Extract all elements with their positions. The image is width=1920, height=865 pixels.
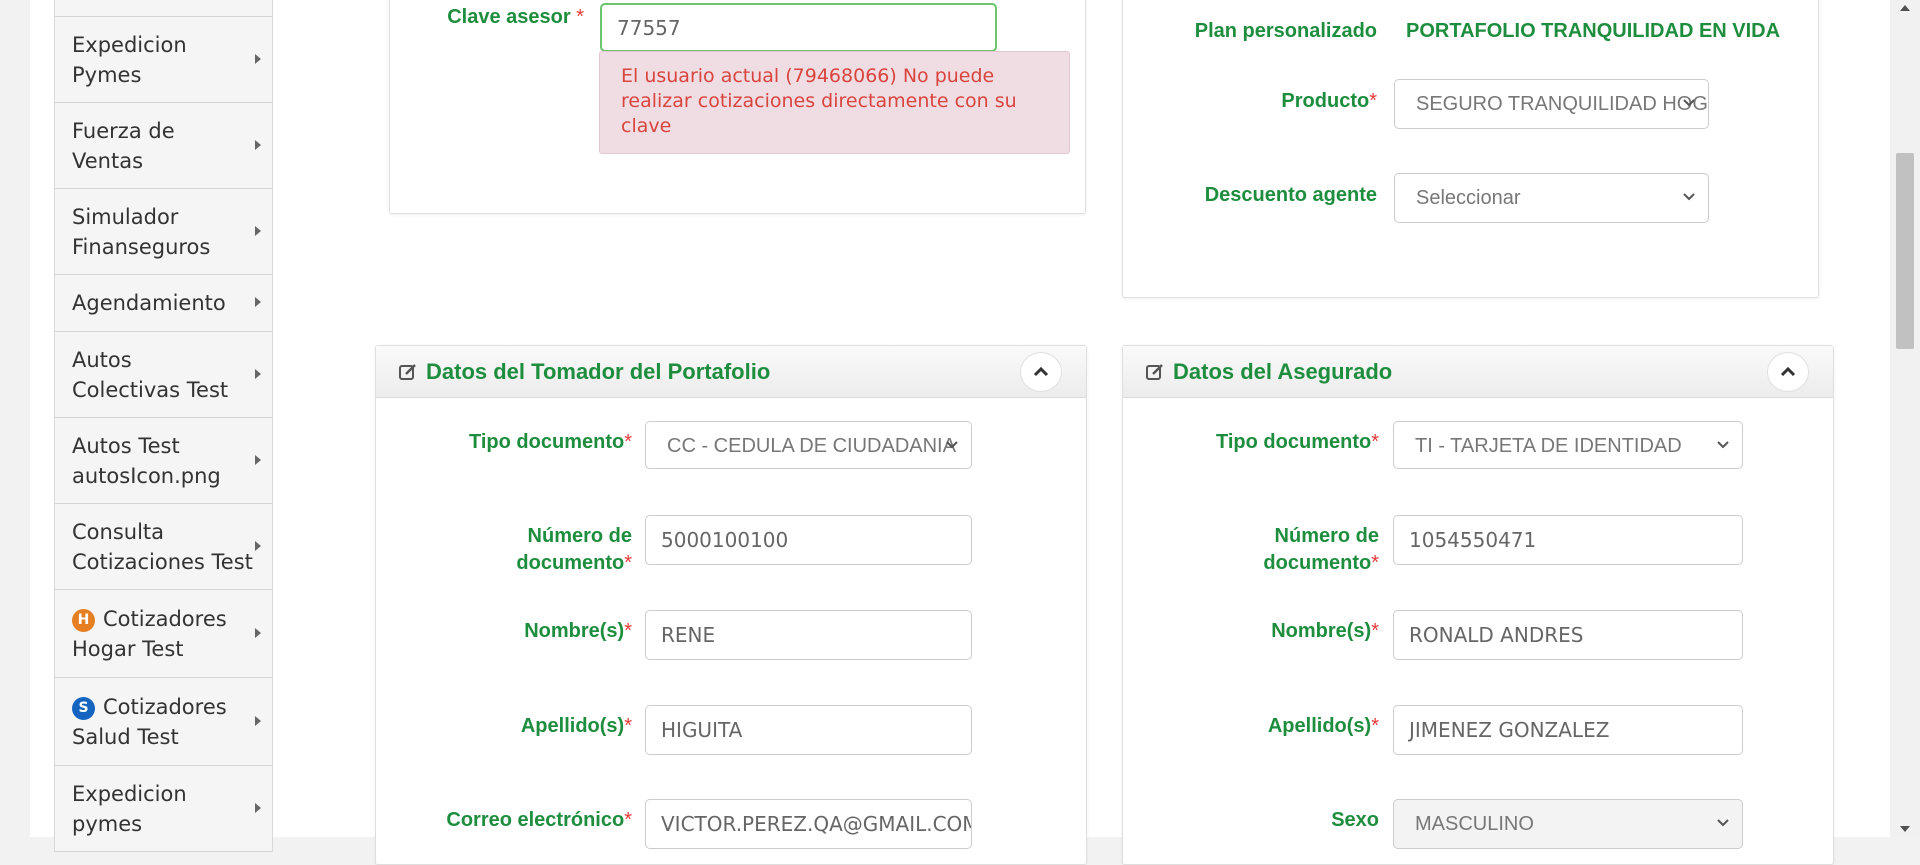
tomador-num-doc-label: Número de documento* <box>516 525 632 574</box>
sidebar-item-autos-colectivas-test[interactable]: Autos Colectivas Test <box>55 332 272 418</box>
caret-right-icon <box>255 368 261 379</box>
health-badge-icon: S <box>72 696 95 720</box>
descuento-agente-select[interactable]: Seleccionar <box>1394 173 1709 223</box>
chevron-down-icon <box>1683 193 1695 201</box>
sidebar-item-fuerza-de-ventas[interactable]: Fuerza de Ventas <box>55 103 272 189</box>
main-content: Clave asesor * 77557 El usuario actual (… <box>298 0 1890 865</box>
tomador-correo-input[interactable]: VICTOR.PEREZ.QA@GMAIL.COM <box>645 799 972 849</box>
collapse-button[interactable] <box>1020 352 1062 392</box>
tomador-tipo-doc-select[interactable]: CC - CEDULA DE CIUDADANIA <box>645 421 972 469</box>
home-badge-icon: H <box>72 608 95 632</box>
plan-personalizado-label: Plan personalizado <box>1194 20 1377 42</box>
sidebar-item-label: Agendamiento <box>72 291 226 315</box>
sidebar-item-label: Expedicion pymes <box>72 781 187 836</box>
asegurado-header: Datos del Asegurado <box>1123 346 1833 398</box>
plan-personalizado-value: PORTAFOLIO TRANQUILIDAD EN VIDA <box>1406 20 1781 42</box>
collapse-button[interactable] <box>1767 352 1809 392</box>
caret-right-icon <box>255 297 261 307</box>
producto-label: Producto* <box>1281 90 1377 112</box>
tomador-header: Datos del Tomador del Portafolio <box>376 346 1086 398</box>
asegurado-sexo-select[interactable]: MASCULINO <box>1393 799 1743 849</box>
tomador-card: Datos del Tomador del Portafolio Tipo do… <box>375 345 1087 865</box>
tomador-tipo-doc-label: Tipo documento* <box>469 431 632 453</box>
sidebar-item-label: Autos Test autosIcon.png <box>72 433 221 488</box>
sidebar-item-label: Cotizadores Hogar Test <box>72 606 227 661</box>
caret-right-icon <box>255 715 261 726</box>
sidebar-item-label: Simulador Finanseguros <box>72 204 211 259</box>
sidebar-item-cotizadores-hogar-test[interactable]: H Cotizadores Hogar Test <box>55 590 272 678</box>
vertical-scrollbar[interactable] <box>1890 0 1920 837</box>
producto-select[interactable]: SEGURO TRANQUILIDAD HOGAR <box>1394 79 1709 129</box>
caret-right-icon <box>255 627 261 638</box>
scroll-down-arrow-icon[interactable] <box>1899 825 1911 833</box>
sidebar: Expedicion Pymes Fuerza de Ventas Simula… <box>30 0 298 852</box>
chevron-down-icon <box>946 441 958 449</box>
tomador-nombres-label: Nombre(s)* <box>524 620 632 642</box>
caret-right-icon <box>255 139 261 150</box>
chevron-up-icon <box>1033 366 1049 377</box>
tomador-apellidos-input[interactable]: HIGUITA <box>645 705 972 755</box>
asegurado-num-doc-input[interactable]: 1054550471 <box>1393 515 1743 565</box>
tomador-correo-label: Correo electrónico* <box>446 809 632 831</box>
asegurado-nombres-label: Nombre(s)* <box>1271 620 1379 642</box>
asesor-card: Clave asesor * 77557 El usuario actual (… <box>389 0 1086 214</box>
sidebar-item-autos-test[interactable]: Autos Test autosIcon.png <box>55 418 272 504</box>
edit-icon <box>1146 363 1163 380</box>
tomador-title: Datos del Tomador del Portafolio <box>426 358 771 384</box>
sidebar-item-simulador-finanseguros[interactable]: Simulador Finanseguros <box>55 189 272 275</box>
asegurado-nombres-input[interactable]: RONALD ANDRES <box>1393 610 1743 660</box>
sidebar-menu: Expedicion Pymes Fuerza de Ventas Simula… <box>54 0 273 852</box>
sidebar-item-cotizadores-salud-test[interactable]: S Cotizadores Salud Test <box>55 678 272 766</box>
sidebar-item-expedicion-pymes-2[interactable]: Expedicion pymes <box>55 766 272 852</box>
tomador-nombres-input[interactable]: RENE <box>645 610 972 660</box>
caret-right-icon <box>255 225 261 236</box>
edit-icon <box>399 363 416 380</box>
asegurado-card: Datos del Asegurado Tipo documento* TI -… <box>1122 345 1834 865</box>
asegurado-apellidos-input[interactable]: JIMENEZ GONZALEZ <box>1393 705 1743 755</box>
asegurado-sexo-label: Sexo <box>1331 809 1379 831</box>
plan-card: Plan personalizado PORTAFOLIO TRANQUILID… <box>1122 0 1819 298</box>
chevron-down-icon <box>1683 99 1695 107</box>
asegurado-apellidos-label: Apellido(s)* <box>1267 715 1379 737</box>
chevron-down-icon <box>1717 441 1729 449</box>
caret-right-icon <box>255 802 261 813</box>
sidebar-item-label: Consulta Cotizaciones Test <box>72 519 253 574</box>
asegurado-tipo-doc-select[interactable]: TI - TARJETA DE IDENTIDAD <box>1393 421 1743 469</box>
sidebar-item-label: Autos Colectivas Test <box>72 347 229 402</box>
caret-right-icon <box>255 454 261 465</box>
sidebar-item-truncated[interactable] <box>55 0 272 17</box>
sidebar-item-consulta-cotizaciones-test[interactable]: Consulta Cotizaciones Test <box>55 504 272 590</box>
error-alert: El usuario actual (79468066) No puede re… <box>599 51 1070 154</box>
descuento-agente-label: Descuento agente <box>1204 184 1377 206</box>
error-message: El usuario actual (79468066) No puede re… <box>621 65 1017 137</box>
chevron-up-icon <box>1780 366 1796 377</box>
sidebar-item-label: Expedicion Pymes <box>72 32 187 87</box>
sidebar-item-label: Fuerza de Ventas <box>72 118 175 173</box>
tomador-apellidos-label: Apellido(s)* <box>520 715 632 737</box>
asegurado-title: Datos del Asegurado <box>1173 358 1393 384</box>
caret-right-icon <box>255 540 261 551</box>
sidebar-item-label: Cotizadores Salud Test <box>72 694 227 749</box>
asegurado-tipo-doc-label: Tipo documento* <box>1216 431 1379 453</box>
scroll-thumb[interactable] <box>1896 153 1914 349</box>
clave-asesor-input[interactable]: 77557 <box>600 3 997 52</box>
tomador-num-doc-input[interactable]: 5000100100 <box>645 515 972 565</box>
clave-asesor-label: Clave asesor * <box>447 6 584 28</box>
scroll-up-arrow-icon[interactable] <box>1899 4 1911 12</box>
sidebar-item-expedicion-pymes[interactable]: Expedicion Pymes <box>55 17 272 103</box>
caret-right-icon <box>255 53 261 64</box>
asegurado-num-doc-label: Número de documento* <box>1263 525 1379 574</box>
chevron-down-icon <box>1717 819 1729 827</box>
sidebar-item-agendamiento[interactable]: Agendamiento <box>55 275 272 332</box>
